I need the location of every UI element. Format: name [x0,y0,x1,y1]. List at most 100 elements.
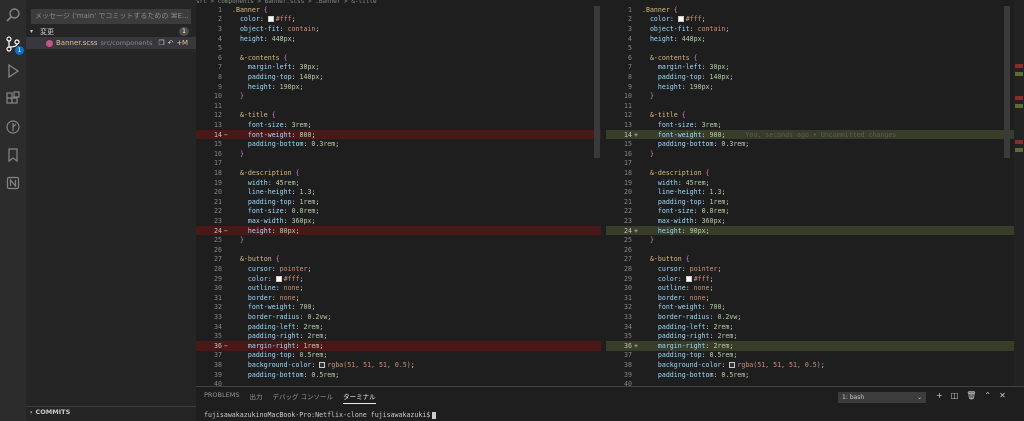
code-line[interactable]: 40 [606,379,1024,386]
search-icon[interactable] [4,6,22,24]
code-line[interactable]: 8 padding-top: 140px; [196,72,601,82]
notion-icon[interactable] [4,174,22,192]
code-line[interactable]: 21 padding-top: 1rem; [606,197,1024,207]
code-line[interactable]: 6 &-contents { [196,53,601,63]
code-line[interactable]: 19 width: 45rem; [606,178,1024,188]
code-line[interactable]: 34 padding-left: 2rem; [606,322,1024,332]
open-file-icon[interactable]: ❐ [158,39,164,47]
changed-file-item[interactable]: Banner.scss src/components ❐ ↶ + M [26,37,196,49]
editor-left-scrollbar[interactable] [594,6,600,158]
source-control-icon[interactable]: 1 [4,35,24,55]
code-line[interactable]: 4 height: 448px; [196,34,601,44]
close-icon[interactable]: ✕ [999,391,1006,400]
code-line[interactable]: 2 color: #fff; [606,15,1024,25]
code-line[interactable]: 16 } [606,149,1024,159]
code-line[interactable]: 37 padding-top: 0.5rem; [196,351,601,361]
code-line[interactable]: 4 height: 448px; [606,34,1024,44]
editor-right-scrollbar[interactable] [1004,6,1010,158]
code-line[interactable]: 7 margin-left: 30px; [606,63,1024,73]
code-line[interactable]: 35 padding-right: 2rem; [196,331,601,341]
code-line[interactable]: 12 &-title { [606,111,1024,121]
code-line[interactable]: 1 .Banner { [196,5,601,15]
code-line[interactable]: 11 [606,101,1024,111]
split-terminal-icon[interactable]: ◫ [951,391,959,400]
tab-problems[interactable]: PROBLEMS [204,391,239,404]
tab-debug-console[interactable]: デバッグ コンソール [272,391,333,404]
code-line[interactable]: 29 color: #fff; [196,274,601,284]
code-line[interactable]: 27 &-button { [606,255,1024,265]
code-line[interactable]: 38 background-color: rgba(51, 51, 51, 0.… [606,360,1024,370]
diff-editor-original[interactable]: src > components > Banner.scss > .Banner… [196,0,601,386]
code-line[interactable]: 26 [196,245,601,255]
tab-output[interactable]: 出力 [249,391,262,404]
discard-changes-icon[interactable]: ↶ [168,39,174,47]
code-line[interactable]: 26 [606,245,1024,255]
code-line[interactable]: 25 } [606,235,1024,245]
code-line[interactable]: 22 font-size: 0.8rem; [606,207,1024,217]
code-line[interactable]: 10 } [196,91,601,101]
code-line[interactable]: 20 line-height: 1.3; [196,187,601,197]
code-line[interactable]: 18 &-description { [196,168,601,178]
code-line[interactable]: 11 [196,101,601,111]
code-line[interactable]: 20 line-height: 1.3; [606,187,1024,197]
code-line[interactable]: 32 font-weight: 700; [196,303,601,313]
code-line[interactable]: 29 color: #fff; [606,274,1024,284]
code-line[interactable]: 17 [196,159,601,169]
code-line[interactable]: 40 [196,379,601,386]
commit-message-input[interactable]: メッセージ ('main' でコミットするための ⌘E... [31,9,191,24]
code-line[interactable]: 23 max-width: 360px; [606,216,1024,226]
code-line[interactable]: 13 font-size: 3rem; [606,120,1024,130]
trash-icon[interactable]: 🗑 [966,391,976,400]
deleted-line[interactable]: 14− font-weight: 800; [196,129,601,140]
code-line[interactable]: 3 object-fit: contain; [196,24,601,34]
code-line[interactable]: 19 width: 45rem; [196,178,601,188]
code-line[interactable]: 5 [606,43,1024,53]
code-line[interactable]: 32 font-weight: 700; [606,303,1024,313]
terminal-prompt[interactable]: fujisawakazukinoMacBook-Pro:Netflix-clon… [204,411,437,419]
code-line[interactable]: 34 padding-left: 2rem; [196,322,601,332]
deleted-line[interactable]: 36− margin-right: 1rem; [196,341,601,351]
code-line[interactable]: 17 [606,159,1024,169]
bookmark-icon[interactable] [4,146,22,164]
run-debug-icon[interactable] [4,62,22,80]
code-line[interactable]: 27 &-button { [196,255,601,265]
code-line[interactable]: 3 object-fit: contain; [606,24,1024,34]
diff-editor-modified[interactable]: 1 .Banner {2 color: #fff; 3 object-fit: co… [606,0,1024,386]
code-line[interactable]: 28 cursor: pointer; [606,264,1024,274]
code-line[interactable]: 7 margin-left: 30px; [196,63,601,73]
diff-overview-ruler[interactable] [1014,0,1024,386]
code-line[interactable]: 38 background-color: rgba(51, 51, 51, 0.… [196,360,601,370]
code-line[interactable]: 25 } [196,235,601,245]
code-line[interactable]: 21 padding-top: 1rem; [196,197,601,207]
code-line[interactable]: 15 padding-bottom: 0.3rem; [606,139,1024,149]
code-line[interactable]: 30 outline: none; [606,283,1024,293]
code-line[interactable]: 31 border: none; [196,293,601,303]
chevron-up-icon[interactable]: ⌃ [984,391,991,400]
code-line[interactable]: 12 &-title { [196,111,601,121]
tab-terminal[interactable]: ターミナル [343,391,376,404]
code-line[interactable]: 9 height: 190px; [196,82,601,92]
code-line[interactable]: 35 padding-right: 2rem; [606,331,1024,341]
code-line[interactable]: 9 height: 190px; [606,82,1024,92]
code-line[interactable]: 18 &-description { [606,168,1024,178]
added-line[interactable]: 36 + margin-right: 2rem; [606,341,1024,351]
code-line[interactable]: 15 padding-bottom: 0.3rem; [196,139,601,149]
code-line[interactable]: 33 border-radius: 0.2vw; [606,312,1024,322]
code-line[interactable]: 39 padding-bottom: 0.5rem; [196,370,601,380]
code-line[interactable]: 2 color: #fff; [196,15,601,25]
code-line[interactable]: 8 padding-top: 140px; [606,72,1024,82]
extensions-icon[interactable] [4,90,22,108]
code-line[interactable]: 23 max-width: 360px; [196,216,601,226]
new-terminal-icon[interactable]: + [936,391,943,400]
code-line[interactable]: 39 padding-bottom: 0.5rem; [606,370,1024,380]
code-line[interactable]: 30 outline: none; [196,283,601,293]
terminal-select[interactable]: 1: bash ⌄ [838,392,926,403]
code-line[interactable]: 37 padding-top: 0.5rem; [606,351,1024,361]
added-line[interactable]: 24 + height: 90px; [606,225,1024,236]
added-line[interactable]: 14 + font-weight: 900; You, seconds ago • … [606,129,1024,140]
code-line[interactable]: 31 border: none; [606,293,1024,303]
code-line[interactable]: 28 cursor: pointer; [196,264,601,274]
commits-section-header[interactable]: › COMMITS [26,406,196,417]
code-line[interactable]: 13 font-size: 3rem; [196,120,601,130]
code-line[interactable]: 6 &-contents { [606,53,1024,63]
